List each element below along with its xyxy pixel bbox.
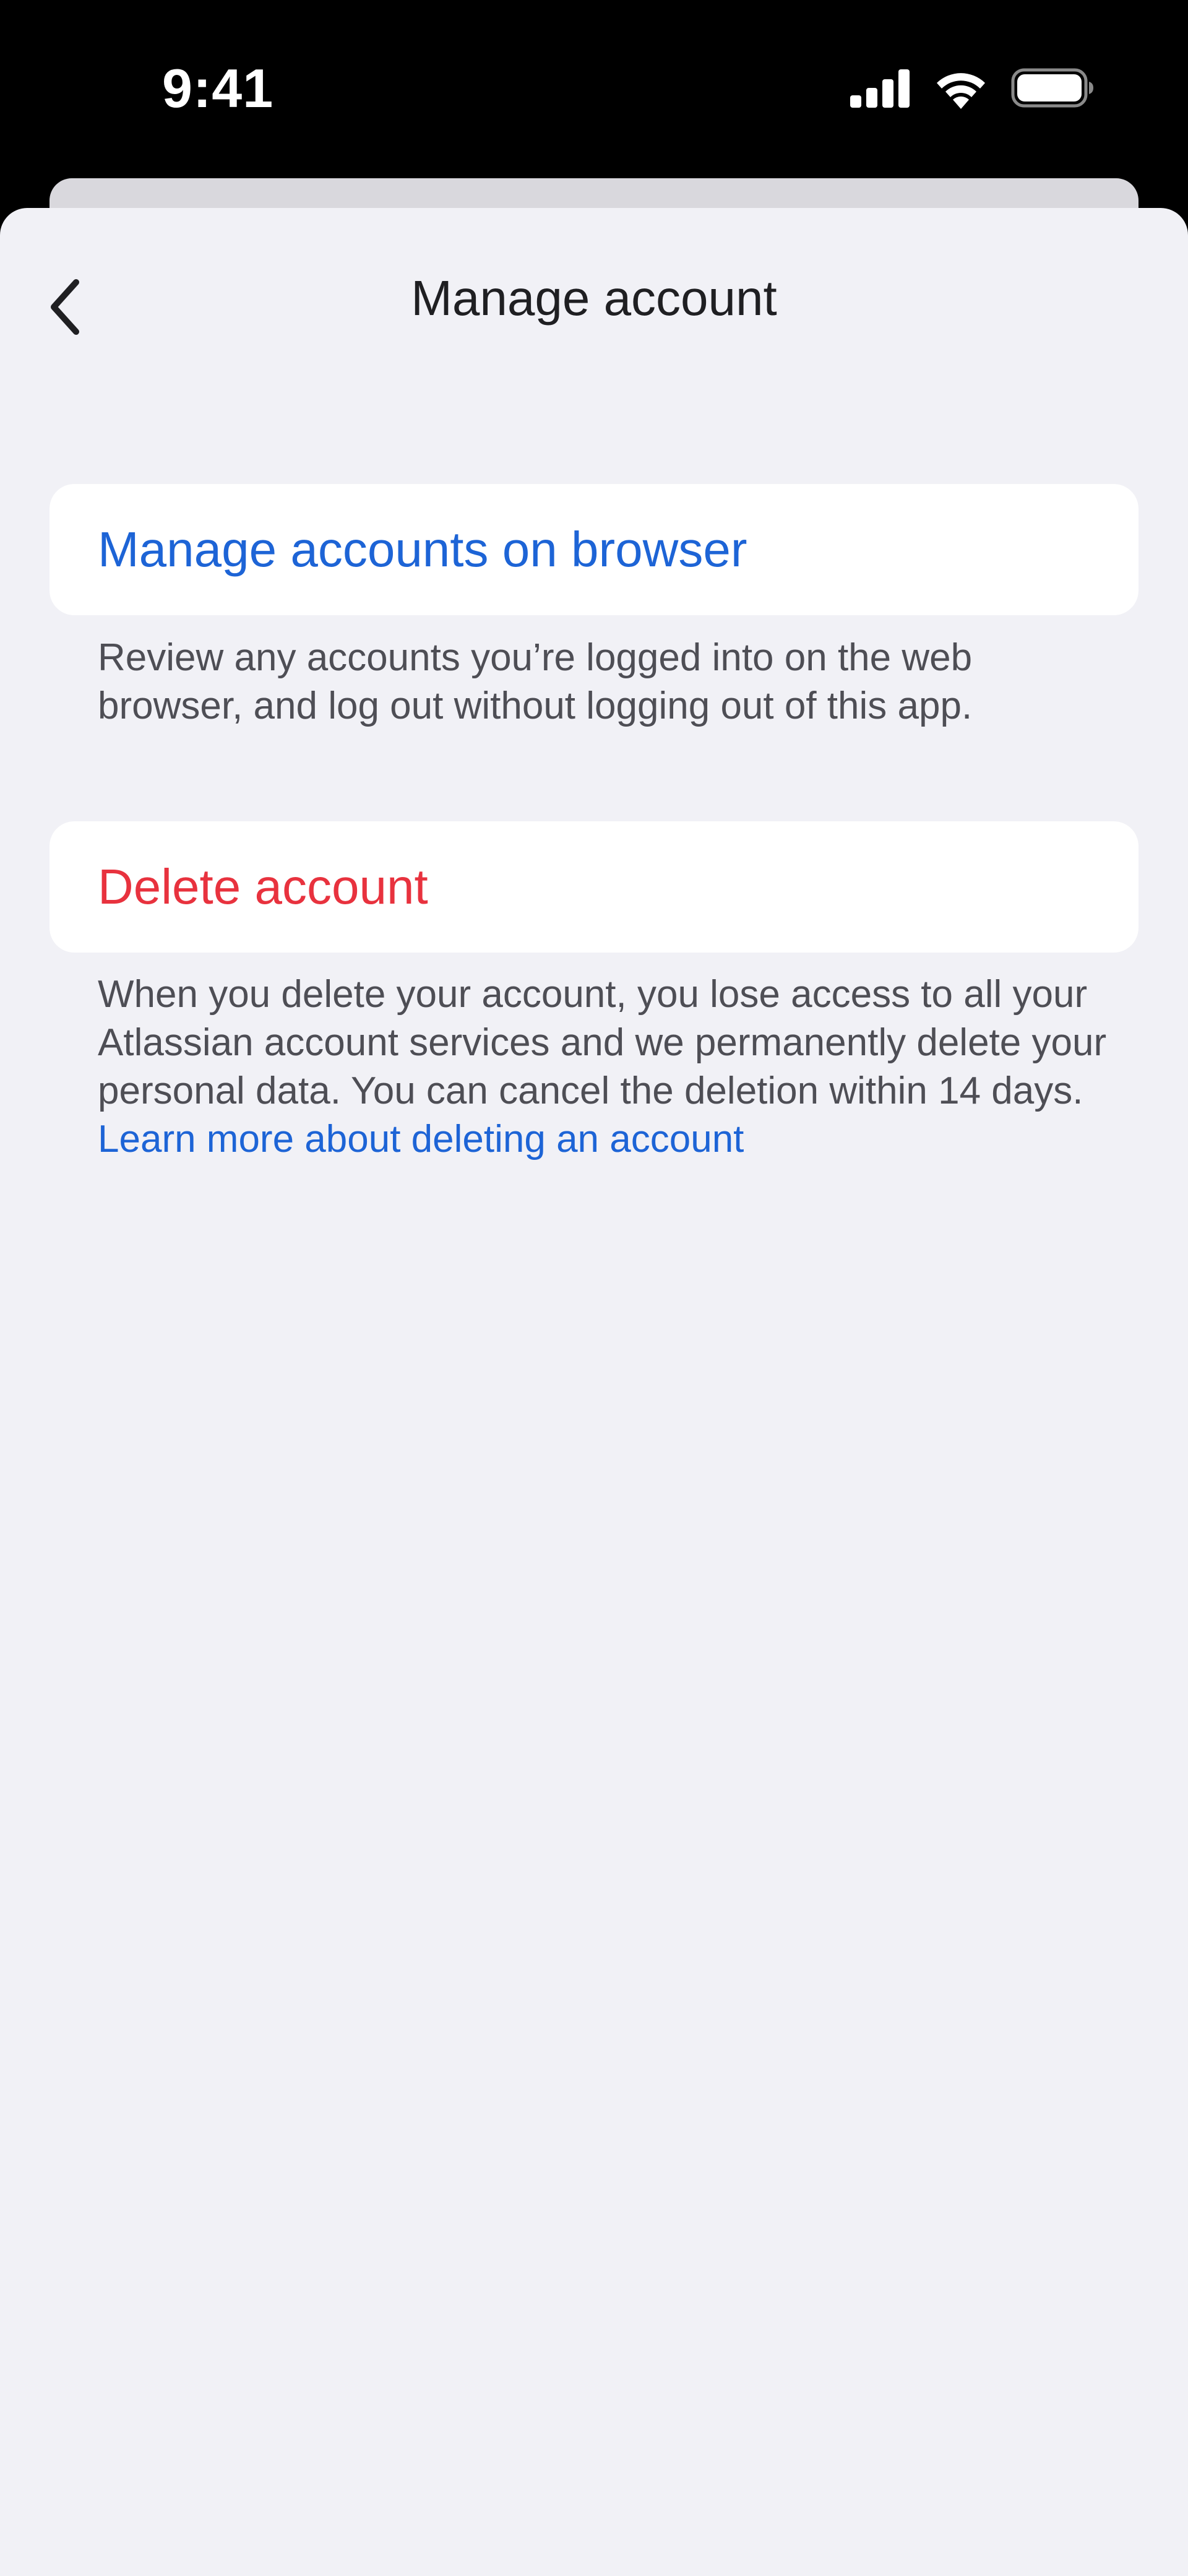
manage-accounts-on-browser-label: Manage accounts on browser — [98, 522, 747, 577]
status-bar: 9:41 — [0, 0, 1188, 179]
wifi-icon — [937, 73, 985, 109]
delete-account-label: Delete account — [98, 859, 428, 914]
cellular-signal-icon — [850, 69, 910, 108]
navigation-bar: Manage account — [0, 208, 1188, 381]
page-title: Manage account — [411, 270, 777, 326]
manage-accounts-on-browser-description: Review any accounts you’re logged into o… — [98, 636, 973, 727]
delete-account-button[interactable]: Delete account — [50, 821, 1138, 953]
battery-icon — [1011, 68, 1093, 108]
manage-accounts-on-browser-button[interactable]: Manage accounts on browser — [50, 484, 1138, 615]
delete-account-description-text: When you delete your account, you lose a… — [98, 973, 1107, 1112]
learn-more-deleting-account-link[interactable]: Learn more about deleting an account — [98, 1118, 744, 1160]
manage-account-sheet: Manage account Manage accounts on browse… — [0, 208, 1188, 2576]
status-time: 9:41 — [162, 58, 274, 119]
delete-account-description: When you delete your account, you lose a… — [98, 970, 1113, 1164]
status-icons — [849, 66, 1094, 110]
